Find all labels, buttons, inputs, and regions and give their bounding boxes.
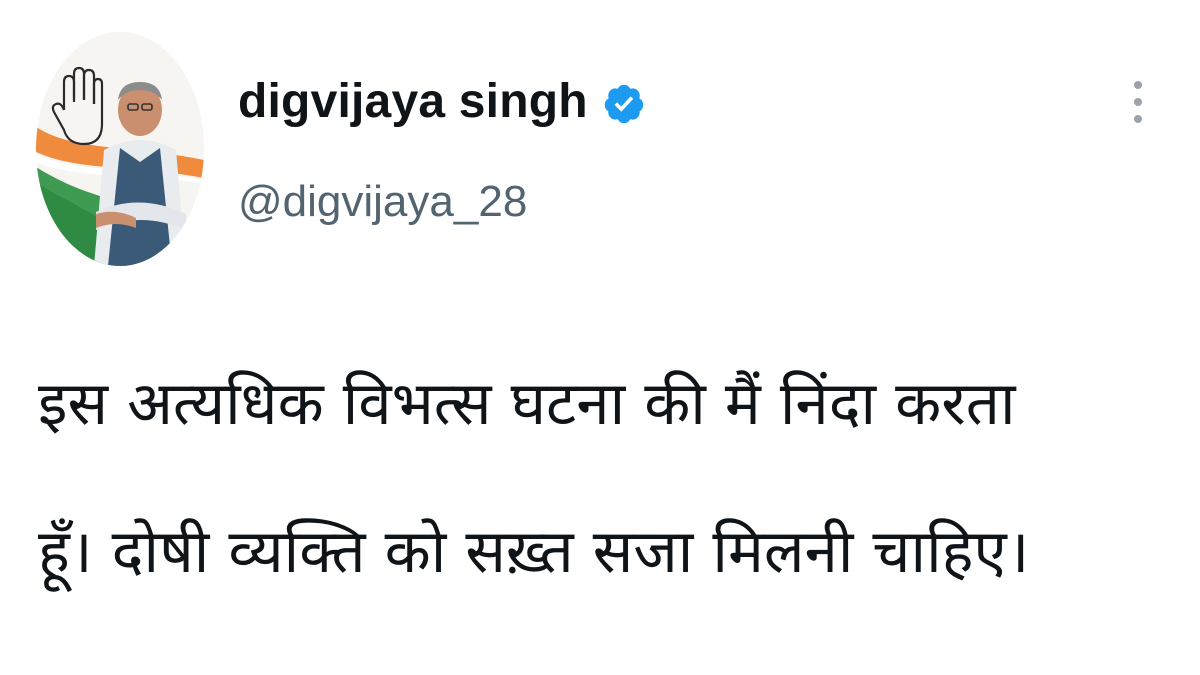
more-options-icon bbox=[1134, 81, 1142, 89]
tweet-text-line: हूँ। दोषी व्यक्ति को सख़्त सजा मिलनी चाह… bbox=[38, 517, 1030, 587]
tweet-card: digvijaya singh @digvijaya_28 इस अत्यधिक… bbox=[0, 0, 1200, 675]
display-name[interactable]: digvijaya singh bbox=[238, 78, 588, 126]
profile-avatar[interactable] bbox=[36, 32, 204, 266]
more-options-button[interactable] bbox=[1120, 70, 1156, 134]
avatar-image bbox=[36, 32, 204, 266]
more-options-icon-dot bbox=[1134, 115, 1142, 123]
user-handle[interactable]: @digvijaya_28 bbox=[238, 180, 527, 224]
verified-badge-icon bbox=[602, 82, 646, 126]
tweet-text-line: इस अत्यधिक विभत्स घटना की मैं निंदा करता bbox=[38, 369, 1016, 439]
tweet-text: इस अत्यधिक विभत्स घटना की मैं निंदा करता… bbox=[38, 330, 1168, 626]
more-options-icon-dot bbox=[1134, 98, 1142, 106]
name-row: digvijaya singh bbox=[238, 66, 646, 138]
